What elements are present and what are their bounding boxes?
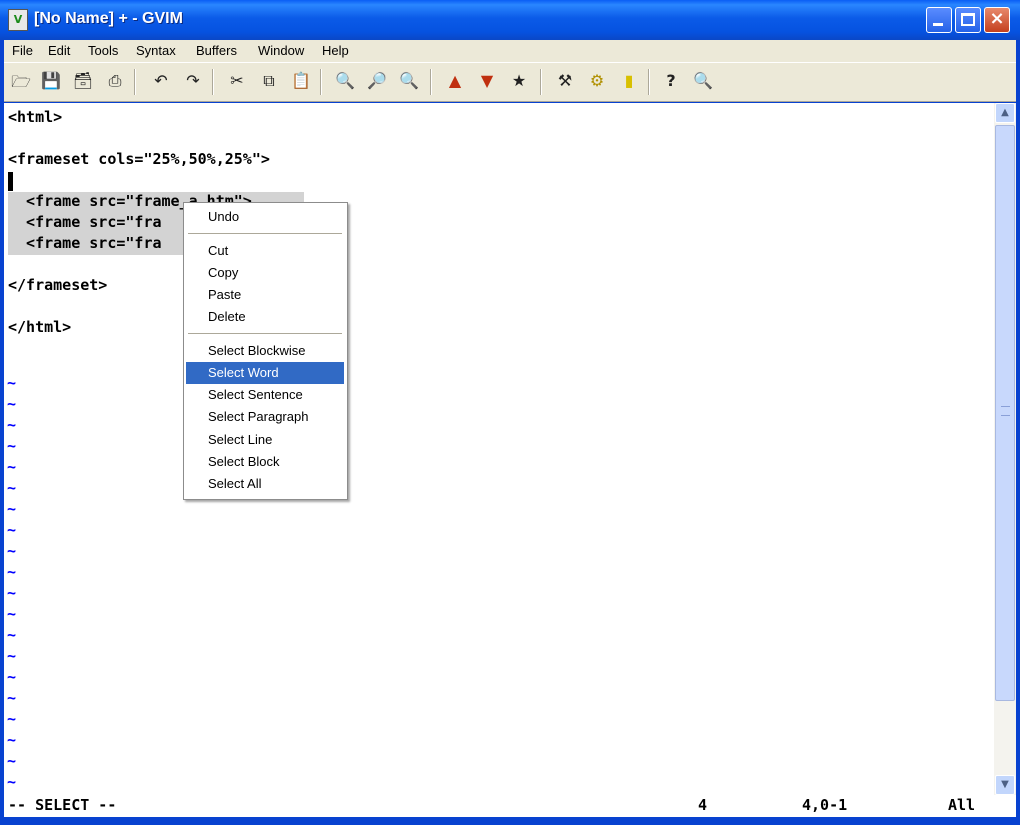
load-session-icon[interactable]: ▲: [444, 71, 466, 93]
find-next-icon[interactable]: 🔎: [366, 71, 388, 93]
empty-line-tilde: ~: [7, 395, 17, 413]
empty-line-tilde: ~: [7, 773, 17, 791]
code-line: <frame src="fra: [8, 234, 162, 252]
empty-line-tilde: ~: [7, 500, 17, 518]
empty-line-tilde: ~: [7, 668, 17, 686]
menu-buffers[interactable]: Buffers: [196, 43, 237, 58]
text-cursor: [8, 172, 13, 191]
ctx-separator: [188, 233, 342, 234]
menu-bar: File Edit Tools Syntax Buffers Window He…: [4, 40, 1016, 62]
minimize-button[interactable]: [926, 7, 952, 33]
window-title: [No Name] + - GVIM: [34, 10, 183, 27]
scroll-down-arrow-icon[interactable]: ▼: [995, 775, 1015, 795]
save-icon[interactable]: 💾: [40, 71, 62, 93]
empty-line-tilde: ~: [7, 458, 17, 476]
scrollbar-thumb[interactable]: [995, 125, 1015, 701]
code-line: <frameset cols="25%,50%,25%">: [8, 150, 270, 168]
empty-line-tilde: ~: [7, 542, 17, 560]
print-icon[interactable]: ⎙: [104, 71, 126, 93]
minimize-icon: [933, 23, 943, 26]
title-bar[interactable]: V [No Name] + - GVIM ×: [0, 0, 1020, 40]
gvim-window: V [No Name] + - GVIM × File Edit Tools S…: [0, 0, 1020, 825]
code-line: </frameset>: [8, 276, 108, 294]
menu-syntax[interactable]: Syntax: [136, 43, 176, 58]
save-session-icon[interactable]: ▼: [476, 71, 498, 93]
empty-line-tilde: ~: [7, 584, 17, 602]
empty-line-tilde: ~: [7, 374, 17, 392]
open-icon[interactable]: 🗁: [10, 71, 32, 93]
empty-line-tilde: ~: [7, 752, 17, 770]
toolbar-separator: [540, 69, 542, 95]
empty-line-tilde: ~: [7, 437, 17, 455]
cut-icon[interactable]: ✂: [226, 71, 248, 93]
run-script-icon[interactable]: ★: [508, 71, 530, 93]
scroll-up-arrow-icon[interactable]: ▲: [995, 103, 1015, 123]
ctx-select-paragraph[interactable]: Select Paragraph: [186, 406, 344, 428]
ctx-copy[interactable]: Copy: [186, 262, 344, 284]
redo-icon[interactable]: ↷: [182, 71, 204, 93]
ctx-undo[interactable]: Undo: [186, 206, 344, 228]
ctx-select-line[interactable]: Select Line: [186, 429, 344, 451]
empty-line-tilde: ~: [7, 521, 17, 539]
text-editor[interactable]: <html> <frameset cols="25%,50%,25%"> <fr…: [4, 103, 994, 795]
help-icon[interactable]: ?: [660, 71, 682, 93]
ctx-select-block[interactable]: Select Block: [186, 451, 344, 473]
build-tags-icon[interactable]: ⚙: [586, 71, 608, 93]
empty-line-tilde: ~: [7, 731, 17, 749]
status-line: -- SELECT -- 4 4,0-1 All: [4, 795, 1016, 817]
vim-app-icon[interactable]: V: [8, 9, 28, 31]
empty-line-tilde: ~: [7, 416, 17, 434]
empty-line-tilde: ~: [7, 647, 17, 665]
selection-count: 4: [698, 796, 708, 814]
cursor-position: 4,0-1: [802, 796, 848, 814]
scrollbar-grip-icon: [1001, 406, 1010, 416]
ctx-select-blockwise[interactable]: Select Blockwise: [186, 340, 344, 362]
maximize-icon: [961, 13, 975, 26]
ctx-paste[interactable]: Paste: [186, 284, 344, 306]
paste-icon[interactable]: 📋: [290, 71, 312, 93]
toolbar-separator: [320, 69, 322, 95]
toolbar: 🗁 💾 🗃 ⎙ ↶ ↷ ✂ ⧉ 📋 🔍 🔎 🔍 ▲ ▼ ★ ⚒ ⚙ ▮ ? 🔍: [4, 62, 1016, 102]
maximize-button[interactable]: [955, 7, 981, 33]
ctx-cut[interactable]: Cut: [186, 240, 344, 262]
empty-line-tilde: ~: [7, 689, 17, 707]
toolbar-separator: [648, 69, 650, 95]
ctx-delete[interactable]: Delete: [186, 306, 344, 328]
close-button[interactable]: ×: [984, 7, 1010, 33]
vertical-scrollbar[interactable]: ▲ ▼: [994, 103, 1016, 795]
ctx-select-word[interactable]: Select Word: [186, 362, 344, 384]
make-icon[interactable]: ⚒: [554, 71, 576, 93]
ctx-select-all[interactable]: Select All: [186, 473, 344, 495]
close-icon: ×: [989, 8, 1005, 29]
code-line: <frame src="fra: [8, 213, 162, 231]
mode-indicator: -- SELECT --: [8, 796, 117, 814]
toolbar-separator: [134, 69, 136, 95]
menu-edit[interactable]: Edit: [48, 43, 70, 58]
scroll-position: All: [948, 796, 976, 814]
save-all-icon[interactable]: 🗃: [72, 71, 94, 93]
menu-help[interactable]: Help: [322, 43, 349, 58]
toolbar-separator: [430, 69, 432, 95]
find-icon[interactable]: 🔍: [334, 71, 356, 93]
find-prev-icon[interactable]: 🔍: [398, 71, 420, 93]
undo-icon[interactable]: ↶: [150, 71, 172, 93]
menu-tools[interactable]: Tools: [88, 43, 118, 58]
empty-line-tilde: ~: [7, 626, 17, 644]
find-help-icon[interactable]: 🔍: [692, 71, 714, 93]
menu-window[interactable]: Window: [258, 43, 304, 58]
code-line: </html>: [8, 318, 72, 336]
empty-line-tilde: ~: [7, 479, 17, 497]
copy-icon[interactable]: ⧉: [258, 71, 280, 93]
empty-line-tilde: ~: [7, 710, 17, 728]
empty-line-tilde: ~: [7, 563, 17, 581]
jump-tag-icon[interactable]: ▮: [618, 71, 640, 93]
empty-line-tilde: ~: [7, 605, 17, 623]
ctx-select-sentence[interactable]: Select Sentence: [186, 384, 344, 406]
menu-file[interactable]: File: [12, 43, 33, 58]
ctx-separator: [188, 333, 342, 334]
toolbar-separator: [212, 69, 214, 95]
code-line: <html>: [8, 108, 63, 126]
context-menu: Undo Cut Copy Paste Delete Select Blockw…: [183, 202, 348, 500]
